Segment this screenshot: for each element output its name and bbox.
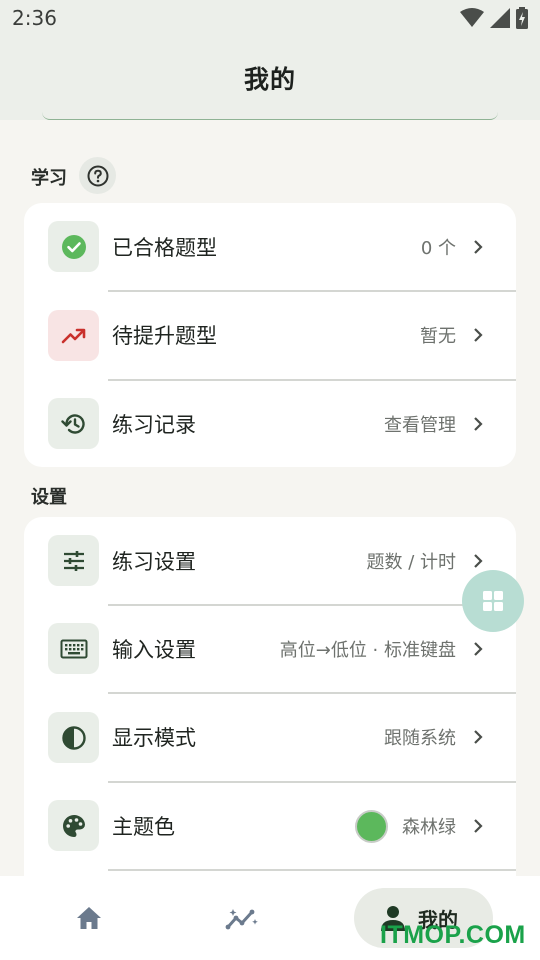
app-bar: 我的	[0, 36, 540, 120]
row-value: 高位→低位 · 标准键盘	[279, 640, 456, 661]
row-label: 显示模式	[112, 726, 196, 750]
practice-settings-icon-box	[48, 535, 99, 586]
row-display-mode[interactable]: 显示模式 跟随系统	[24, 693, 516, 781]
row-input-settings[interactable]: 输入设置 高位→低位 · 标准键盘	[24, 605, 516, 693]
row-label: 待提升题型	[112, 324, 217, 348]
chevron-right-icon	[474, 240, 483, 254]
nav-home[interactable]	[60, 888, 118, 948]
keyboard-icon	[60, 639, 87, 658]
chevron-right-icon	[474, 819, 483, 833]
row-theme-color[interactable]: 主题色 森林绿	[24, 782, 516, 870]
top-card-edge	[42, 112, 498, 120]
contrast-icon	[61, 725, 86, 750]
history-icon	[60, 413, 85, 434]
row-value: 森林绿	[402, 817, 456, 838]
row-label: 练习记录	[112, 413, 196, 437]
battery-icon	[516, 7, 528, 29]
status-icons	[460, 7, 528, 29]
row-value: 0 个	[420, 238, 456, 259]
theme-color-swatch	[355, 809, 388, 843]
improve-icon-box	[48, 310, 99, 361]
help-icon	[87, 165, 108, 186]
display-mode-icon-box	[48, 712, 99, 763]
row-value: 暂无	[420, 326, 456, 347]
history-icon-box	[48, 398, 99, 449]
row-label: 主题色	[112, 815, 175, 839]
sliders-icon	[63, 550, 84, 571]
row-value: 查看管理	[384, 415, 456, 436]
trending-up-icon	[61, 328, 85, 343]
grid-icon	[483, 591, 503, 611]
chevron-right-icon	[474, 417, 483, 431]
section-title-study: 学习	[31, 168, 67, 189]
study-card: 已合格题型 0 个 待提升题型 暂无 练习记录 查看管理	[24, 203, 516, 467]
row-qualified-types[interactable]: 已合格题型 0 个	[24, 203, 516, 291]
page-title: 我的	[243, 65, 296, 94]
row-practice-settings[interactable]: 练习设置 题数 / 计时	[24, 517, 516, 605]
help-button[interactable]	[79, 157, 116, 194]
status-time: 2:36	[12, 6, 57, 30]
signal-icon	[490, 8, 510, 28]
row-label: 已合格题型	[112, 236, 217, 260]
theme-color-icon-box	[48, 800, 99, 851]
check-circle-icon	[61, 234, 86, 259]
qualified-icon-box	[48, 221, 99, 272]
stats-icon	[225, 909, 258, 930]
palette-icon	[62, 814, 85, 837]
row-improve-types[interactable]: 待提升题型 暂无	[24, 291, 516, 379]
home-icon	[77, 907, 101, 929]
chevron-right-icon	[474, 328, 483, 342]
row-label: 练习设置	[112, 550, 196, 574]
chevron-right-icon	[474, 642, 483, 656]
row-value: 跟随系统	[384, 728, 456, 749]
section-title-settings: 设置	[31, 487, 67, 508]
nav-stats[interactable]	[212, 888, 272, 948]
chevron-right-icon	[474, 730, 483, 744]
floating-grid-button[interactable]	[462, 570, 524, 632]
chevron-right-icon	[474, 554, 483, 568]
watermark: ITMOP.COM	[380, 921, 526, 949]
status-bar: 2:36	[0, 0, 540, 36]
row-practice-history[interactable]: 练习记录 查看管理	[24, 380, 516, 468]
divider	[108, 869, 516, 871]
row-label: 输入设置	[112, 638, 196, 662]
settings-card: 练习设置 题数 / 计时 输入设置 高位→低位 · 标准键盘 显示模式 跟随系统…	[24, 517, 516, 897]
input-settings-icon-box	[48, 623, 99, 674]
row-value: 题数 / 计时	[366, 552, 456, 573]
wifi-icon	[460, 8, 484, 27]
